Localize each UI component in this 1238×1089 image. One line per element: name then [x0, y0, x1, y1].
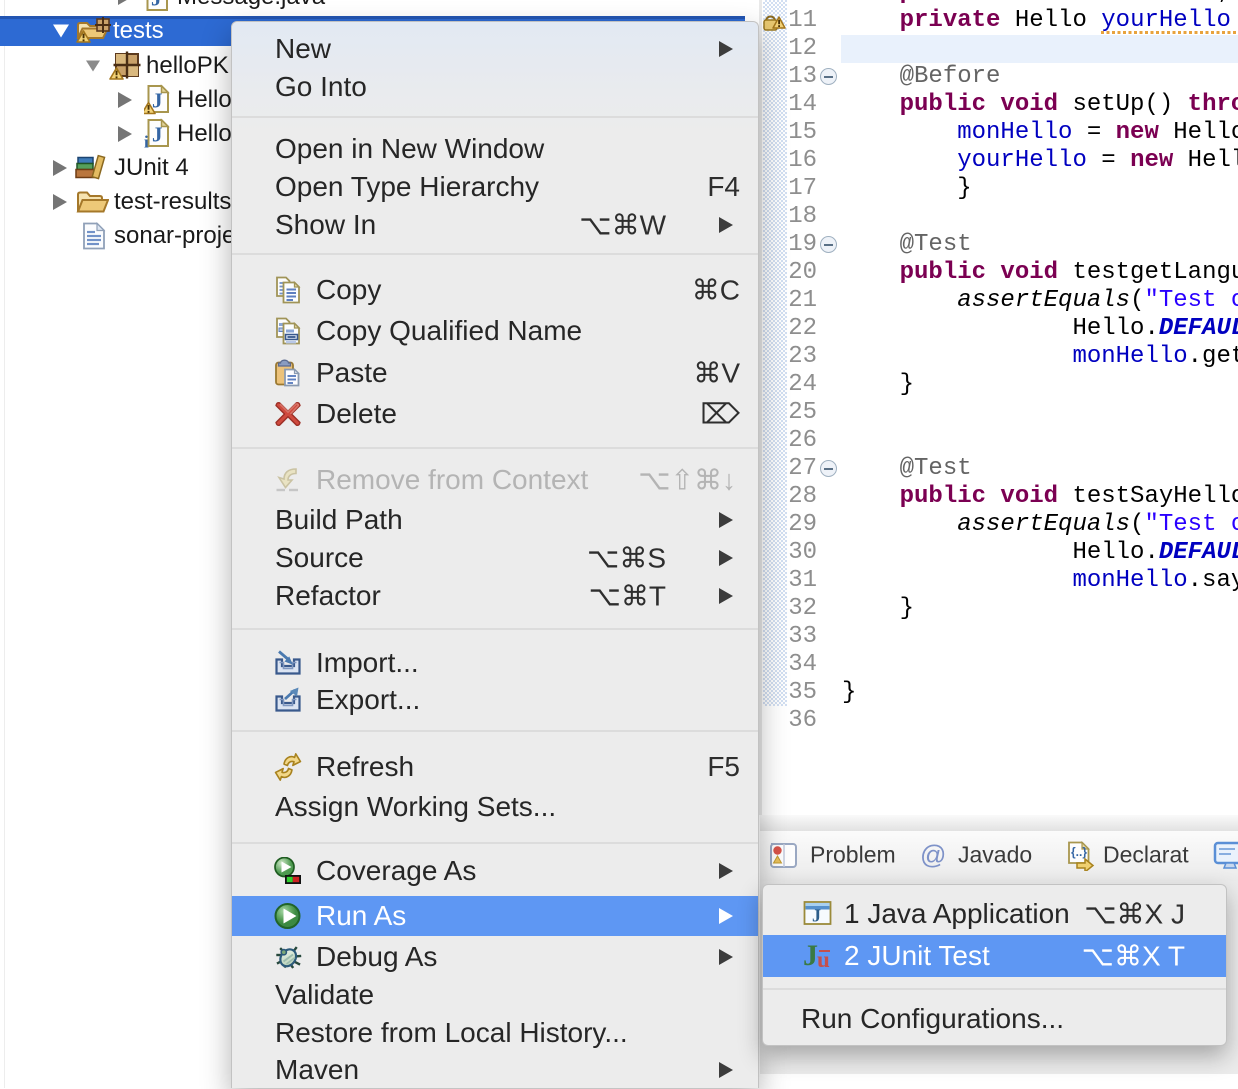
svg-text:J: J — [152, 88, 163, 112]
svg-text:i: i — [144, 132, 149, 149]
svg-text:J: J — [803, 942, 818, 970]
svg-text:J: J — [151, 0, 162, 11]
svg-text:J: J — [152, 122, 163, 146]
svg-text:J: J — [812, 906, 821, 926]
svg-text:{..}: {..} — [1071, 845, 1087, 859]
